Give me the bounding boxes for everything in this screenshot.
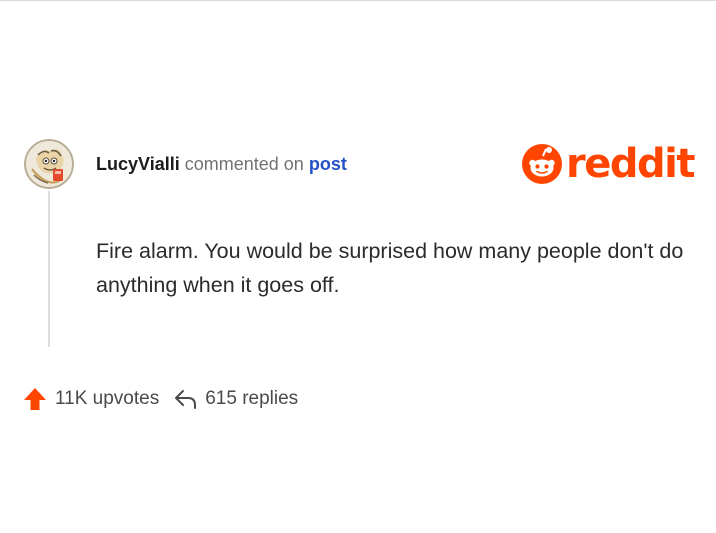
- reddit-logo[interactable]: reddit: [522, 141, 695, 187]
- comment-actions: 11K upvotes 615 replies: [22, 386, 298, 412]
- action-text: commented on: [184, 154, 304, 174]
- username-link[interactable]: LucyVialli: [96, 154, 180, 174]
- reply-arrow-icon[interactable]: [173, 386, 199, 412]
- comment-body: Fire alarm. You would be surprised how m…: [96, 239, 684, 297]
- post-link[interactable]: post: [309, 154, 347, 174]
- reddit-wordmark: reddit: [566, 141, 695, 187]
- comment-header: LucyVialli commented on post: [96, 153, 347, 175]
- reddit-snoo-icon: [522, 144, 562, 184]
- avatar[interactable]: [24, 139, 74, 189]
- thread-line: [48, 191, 50, 347]
- top-divider: [0, 0, 716, 1]
- avatar-image: [24, 139, 74, 189]
- upvote-arrow-icon[interactable]: [22, 386, 48, 412]
- upvote-count[interactable]: 11K upvotes: [55, 388, 159, 410]
- reply-count[interactable]: 615 replies: [205, 388, 298, 410]
